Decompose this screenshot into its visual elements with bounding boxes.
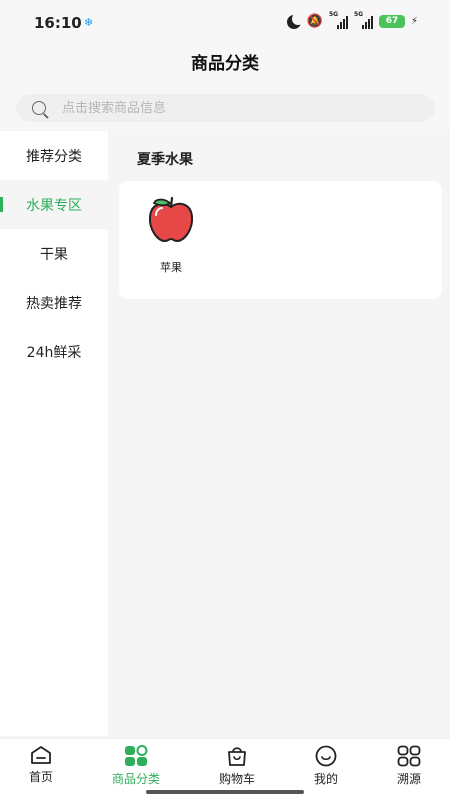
sidebar-item-fruit[interactable]: 水果专区 xyxy=(0,180,108,229)
sidebar-item-label: 干果 xyxy=(40,246,68,263)
sidebar-item-recommended[interactable]: 推荐分类 xyxy=(0,131,108,180)
tab-category[interactable]: 商品分类 xyxy=(96,745,176,787)
status-time: 16:10 xyxy=(34,14,82,32)
tab-label: 商品分类 xyxy=(111,772,160,786)
moon-icon xyxy=(286,12,304,29)
signal-label: 5G xyxy=(328,10,339,18)
tab-label: 溯源 xyxy=(396,772,421,786)
sidebar-item-fresh-24h[interactable]: 24h鲜采 xyxy=(0,327,108,376)
sidebar-item-label: 水果专区 xyxy=(26,197,82,214)
tab-cart[interactable]: 购物车 xyxy=(197,745,277,787)
page-title: 商品分类 xyxy=(191,54,259,74)
tab-label: 我的 xyxy=(313,772,338,786)
tab-trace[interactable]: 溯源 xyxy=(369,745,449,787)
search-bar[interactable] xyxy=(16,94,435,122)
section-title: 夏季水果 xyxy=(137,152,193,168)
battery-icon: 67 xyxy=(378,15,405,28)
signal-label-2: 5G xyxy=(353,10,364,18)
profile-icon xyxy=(315,745,337,767)
sidebar-item-dried-fruit[interactable]: 干果 xyxy=(0,229,108,278)
page-header: 商品分类 xyxy=(0,44,450,86)
product-item-apple[interactable]: 苹果 xyxy=(139,195,203,275)
status-icons: 🔕 5G 5G 67 ⚡ xyxy=(286,11,418,29)
product-name: 苹果 xyxy=(160,261,182,274)
tab-profile[interactable]: 我的 xyxy=(286,745,366,787)
product-card: 苹果 xyxy=(119,181,442,299)
category-content: 夏季水果 苹果 xyxy=(108,131,450,736)
sidebar-item-hot-sale[interactable]: 热卖推荐 xyxy=(0,278,108,327)
search-icon xyxy=(32,101,46,115)
sidebar-item-label: 24h鲜采 xyxy=(26,344,82,361)
tab-home[interactable]: 首页 xyxy=(1,745,81,785)
category-icon xyxy=(125,745,148,766)
category-sidebar: 推荐分类 水果专区 干果 热卖推荐 24h鲜采 xyxy=(0,131,108,736)
tab-label: 首页 xyxy=(28,770,53,784)
signal-icon-2: 5G xyxy=(354,11,373,29)
search-bar-container xyxy=(0,86,450,130)
snowflake-icon: ❄ xyxy=(84,16,94,29)
search-input[interactable] xyxy=(62,94,422,122)
trace-icon xyxy=(397,745,421,767)
cart-icon xyxy=(228,747,246,766)
charging-icon: ⚡ xyxy=(410,16,418,27)
tab-label: 购物车 xyxy=(218,772,255,786)
status-bar: 16:10 ❄ 🔕 5G 5G 67 ⚡ xyxy=(0,0,450,44)
sidebar-item-label: 热卖推荐 xyxy=(26,295,82,312)
mute-icon: 🔕 xyxy=(306,14,323,29)
signal-icon: 5G xyxy=(329,11,348,29)
home-indicator[interactable] xyxy=(146,790,304,794)
sidebar-item-label: 推荐分类 xyxy=(26,148,82,165)
home-icon xyxy=(31,746,51,764)
apple-icon xyxy=(148,196,194,243)
